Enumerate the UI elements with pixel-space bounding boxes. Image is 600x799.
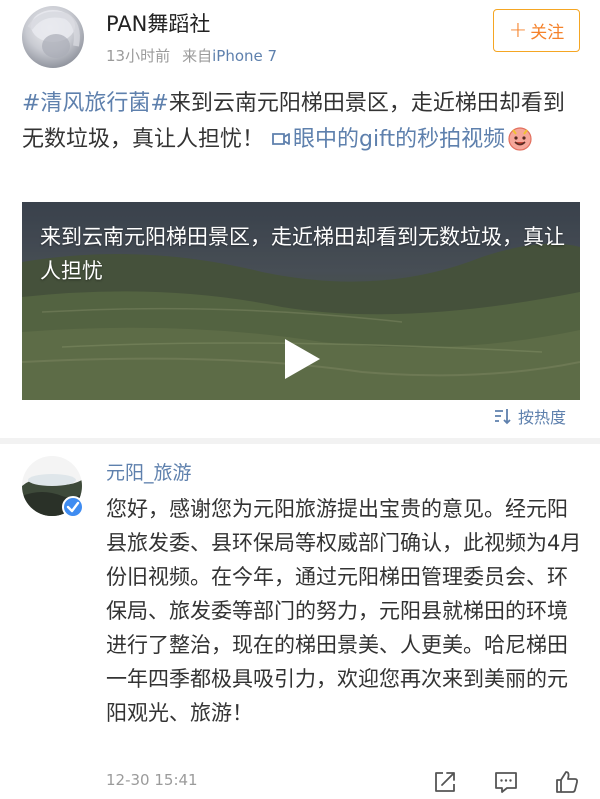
post-device[interactable]: iPhone 7 [212,47,277,65]
post-text: #清风旅行菌#来到云南元阳梯田景区，走近梯田却看到无数垃圾，真让人担忧！ 眼中的… [22,86,582,158]
post-header: PAN舞蹈社 13小时前 来自iPhone 7 + 关注 [0,0,600,80]
sort-label: 按热度 [518,408,567,427]
like-icon[interactable] [554,769,580,795]
sort-by-hot-button[interactable]: 按热度 [494,404,566,428]
comment-text: 您好，感谢您为元阳旅游提出宝贵的意见。经元阳县旅发委、县环保局等权威部门确认，此… [106,497,582,725]
post-meta: 13小时前 来自iPhone 7 [106,45,277,66]
verified-badge-icon [62,496,84,518]
hashtag-link[interactable]: #清风旅行菌# [22,91,169,116]
follow-label: 关注 [530,23,565,43]
user-avatar[interactable] [22,6,84,68]
sort-icon [495,409,511,425]
play-icon[interactable] [281,336,323,382]
plus-icon: + [508,18,528,43]
video-link-label: 眼中的gift的秒拍视频 [293,127,506,152]
post-username[interactable]: PAN舞蹈社 [106,8,210,38]
share-icon[interactable] [432,769,458,795]
comment-time: 12-30 15:41 [106,771,198,789]
post-source-prefix: 来自 [182,47,213,65]
smiling-face-emoji [508,127,532,151]
video-caption: 来到云南元阳梯田景区，走近梯田却看到无数垃圾，真让人担忧 [40,225,565,283]
post-time: 13小时前 [106,47,171,65]
comment-icon[interactable] [493,769,519,795]
comment-username[interactable]: 元阳_旅游 [106,458,192,485]
video-link-icon [272,133,290,145]
section-divider [0,438,600,444]
video-link[interactable]: 眼中的gift的秒拍视频 [271,127,505,152]
follow-button[interactable]: + 关注 [493,9,580,52]
